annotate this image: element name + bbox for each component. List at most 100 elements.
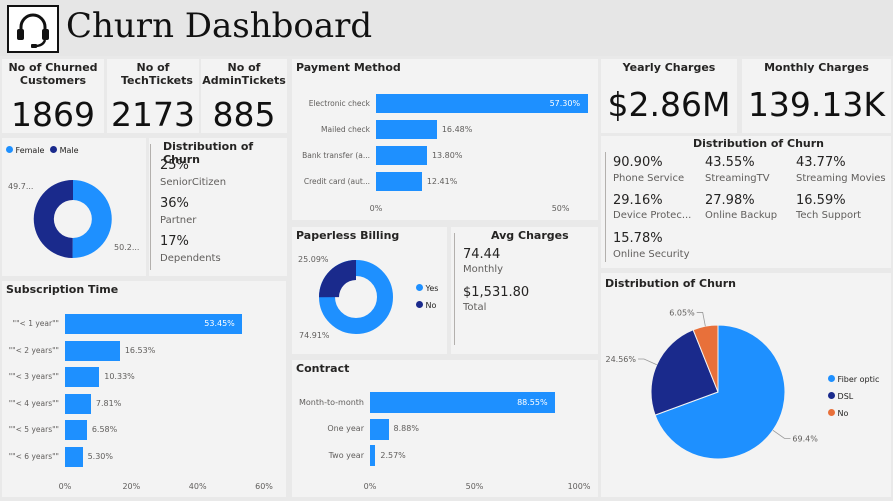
payment-bar-chart: Electronic check 57.30% Mailed check 16.48%…: [292, 59, 598, 220]
bar: [65, 420, 87, 440]
streamingtv-label: StreamingTV: [705, 173, 770, 184]
bar: [65, 367, 100, 387]
kpi-yearly-value: $2.86M: [607, 85, 731, 124]
x-tick-label: 0%: [58, 482, 72, 491]
phone-value: 90.90%: [613, 155, 663, 170]
x-tick-label: 100%: [567, 482, 591, 491]
legend-female-label: Female: [15, 146, 45, 155]
bar-category-label: ""< 1 year"": [12, 319, 59, 328]
avg-charges-title: Avg Charges: [491, 229, 569, 242]
bar-category-label: ""< 3 years"": [8, 372, 59, 381]
legend-no-label: No: [425, 301, 437, 310]
bar-value-label: 53.45%: [204, 319, 235, 328]
bar-category-label: Two year: [328, 450, 364, 460]
x-tick-label: 60%: [255, 482, 273, 491]
bar: [370, 418, 389, 440]
legend-no-dot: [416, 301, 423, 308]
senior-value: 25%: [160, 158, 189, 173]
bar-value-label: 10.33%: [104, 372, 135, 381]
legend-fiber-label: Fiber optic: [837, 375, 880, 384]
paperless-legend-no: No: [416, 301, 436, 310]
paperless-legend-yes: Yes: [416, 284, 438, 293]
bar-category-label: ""< 5 years"": [8, 425, 59, 434]
bar-value-label: 13.80%: [431, 150, 463, 160]
legend-none-label: No: [837, 409, 849, 418]
legend-yes-label: Yes: [425, 284, 439, 293]
dependents-label: Dependents: [160, 253, 221, 264]
paperless-donut-chart: [318, 260, 393, 334]
partner-value: 36%: [160, 196, 189, 211]
kpi-tech-card: No of TechTickets 2173: [107, 59, 199, 134]
x-tick-label: 0%: [369, 204, 383, 213]
device-value: 29.16%: [613, 193, 663, 208]
bar-value-label: 12.41%: [426, 176, 458, 186]
kpi-churned-value: 1869: [11, 95, 95, 134]
kpi-tech-label: No of TechTickets: [121, 61, 193, 87]
bar-category-label: Month-to-month: [299, 397, 364, 407]
bar: [376, 120, 437, 139]
pie-leader-line: [638, 358, 657, 366]
legend-no: No: [828, 405, 879, 422]
bar-category-label: ""< 6 years"": [8, 451, 59, 461]
services-title: Distribution of Churn: [693, 137, 825, 150]
bar: [376, 146, 427, 165]
bar-category-label: Credit card (aut...: [303, 176, 370, 186]
bar-value-label: 2.57%: [380, 450, 406, 460]
streamingmovies-label: Streaming Movies: [796, 173, 886, 184]
paperless-yes-pct: 74.91%: [299, 331, 330, 340]
bar-category-label: ""< 4 years"": [8, 398, 59, 408]
donut-slice-male: [33, 179, 73, 258]
bar: [65, 446, 83, 467]
payment-method-card: Payment Method Electronic check 57.30% Mai…: [292, 59, 598, 220]
dependents-value: 17%: [160, 234, 189, 249]
bar-category-label: Mailed check: [321, 124, 370, 134]
kpi-tech-value: 2173: [111, 95, 195, 134]
legend-female-dot: [6, 146, 13, 153]
bar-value-label: 8.88%: [393, 424, 419, 433]
pie-leader-line: [696, 312, 706, 327]
pie-leader-line: [772, 430, 791, 439]
x-tick-label: 50%: [465, 482, 484, 491]
kpi-monthly-label: Monthly Charges: [764, 61, 869, 74]
avg-monthly-value: 74.44: [463, 247, 501, 262]
bar-category-label: Electronic check: [308, 98, 370, 108]
partner-label: Partner: [160, 215, 197, 226]
bar-value-label: 5.30%: [87, 451, 113, 461]
bar: [65, 340, 120, 361]
security-label: Online Security: [613, 249, 690, 260]
streamingmovies-value: 43.77%: [796, 155, 846, 170]
divider: [454, 233, 455, 345]
legend-yes-dot: [416, 284, 423, 291]
gender-left-label: 49.7...: [8, 182, 34, 191]
streamingtv-value: 43.55%: [705, 155, 755, 170]
bar-value-label: 57.30%: [549, 98, 581, 108]
bar-category-label: Bank transfer (a...: [302, 150, 370, 160]
avg-total-label: Total: [463, 302, 487, 313]
paperless-no-pct: 25.09%: [298, 255, 329, 264]
bar-value-label: 16.48%: [441, 124, 473, 134]
bar-category-label: ""< 2 years"": [8, 345, 59, 355]
legend-dsl-label: DSL: [837, 392, 854, 401]
bar: [376, 172, 422, 191]
techsupport-label: Tech Support: [796, 210, 862, 221]
bar-value-label: 7.81%: [95, 398, 122, 408]
gender-right-label: 50.2...: [114, 243, 140, 252]
x-tick-label: 0%: [363, 482, 377, 491]
kpi-admin-value: 885: [212, 95, 276, 134]
senior-label: SeniorCitizen: [160, 177, 227, 188]
legend-male-dot: [50, 146, 58, 153]
legend-fiber-dot: [828, 375, 835, 382]
dist-churn-demographics-card: Distribution of Churn 25% SeniorCitizen …: [149, 138, 287, 276]
kpi-yearly-card: Yearly Charges $2.86M: [601, 59, 737, 133]
divider: [150, 144, 151, 270]
subscription-time-card: Subscription Time ""< 1 year"" 53.45% ""< …: [2, 281, 286, 497]
backup-label: Online Backup: [705, 210, 778, 221]
page-title: Churn Dashboard: [66, 6, 373, 46]
x-tick-label: 20%: [122, 482, 141, 491]
security-value: 15.78%: [613, 231, 663, 246]
headset-icon: [7, 5, 59, 53]
bar-category-label: One year: [327, 424, 364, 433]
avg-total-value: $1,531.80: [463, 285, 530, 300]
techsupport-value: 16.59%: [796, 193, 846, 208]
dist-churn-services-card: Distribution of Churn 90.90% Phone Servi…: [601, 136, 891, 268]
